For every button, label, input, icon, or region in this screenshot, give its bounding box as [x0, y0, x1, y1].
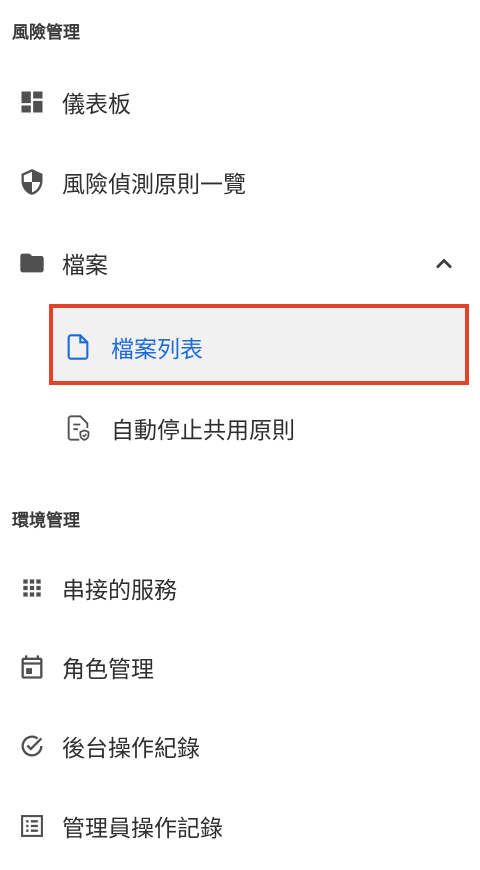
- list-icon: [18, 812, 46, 840]
- sidebar-item-label: 風險偵測原則一覽: [62, 172, 246, 198]
- sidebar-item-detection-rules[interactable]: 風險偵測原則一覽: [0, 157, 480, 207]
- shield-icon: [18, 168, 46, 196]
- chevron-up-icon[interactable]: [430, 250, 458, 278]
- sidebar-item-manager-activity-log[interactable]: 管理員操作記錄: [0, 801, 480, 851]
- calendar-icon: [18, 653, 46, 681]
- sidebar-item-label: 串接的服務: [62, 578, 177, 604]
- sidebar-item-auto-stop-sharing[interactable]: 自動停止共用原則: [0, 403, 480, 453]
- sidebar-item-label: 檔案列表: [111, 337, 203, 363]
- file-shield-icon: [64, 414, 92, 442]
- sidebar-item-connected-services[interactable]: 串接的服務: [0, 563, 480, 613]
- sidebar-item-role-management[interactable]: 角色管理: [0, 642, 480, 692]
- section-environment-management: 環境管理: [12, 511, 80, 531]
- sidebar-item-dashboard[interactable]: 儀表板: [0, 77, 480, 127]
- sidebar-item-file-list[interactable]: 檔案列表: [0, 322, 480, 372]
- sidebar-item-label: 後台操作紀錄: [62, 736, 200, 762]
- sidebar-item-label: 檔案: [62, 253, 108, 279]
- sidebar-item-label: 角色管理: [62, 657, 154, 683]
- sidebar-item-files[interactable]: 檔案: [0, 238, 480, 288]
- sidebar-item-label: 管理員操作記錄: [62, 816, 223, 842]
- check-circle-icon: [18, 732, 46, 760]
- section-risk-management: 風險管理: [12, 23, 80, 43]
- file-icon: [64, 333, 92, 361]
- apps-grid-icon: [18, 574, 46, 602]
- sidebar-item-label: 儀表板: [62, 92, 131, 118]
- folder-icon: [18, 249, 46, 277]
- sidebar-item-admin-activity-log[interactable]: 後台操作紀錄: [0, 721, 480, 771]
- dashboard-icon: [18, 88, 46, 116]
- sidebar-item-label: 自動停止共用原則: [111, 418, 295, 444]
